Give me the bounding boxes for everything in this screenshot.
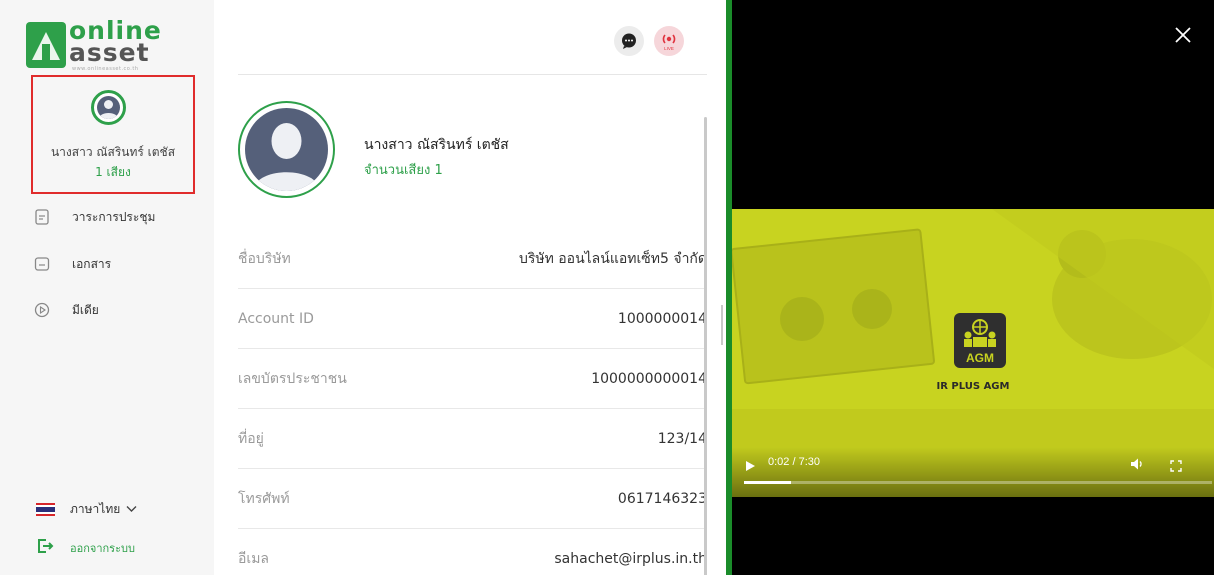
language-selector[interactable]: ภาษาไทย: [36, 500, 137, 519]
field-value: 123/14: [657, 430, 707, 447]
close-button[interactable]: [1172, 24, 1194, 46]
fullscreen-icon: [1170, 460, 1182, 472]
field-label: Account ID: [238, 310, 314, 327]
video-caption: IR PLUS AGM: [936, 381, 1010, 392]
sidebar-item-media[interactable]: มีเดีย: [34, 298, 99, 322]
close-icon: [1175, 27, 1191, 43]
field-value: 1000000014: [617, 310, 707, 327]
folder-icon: [34, 256, 50, 272]
thai-flag-icon: [36, 503, 55, 517]
fullscreen-button[interactable]: [1170, 457, 1182, 472]
document-icon: [34, 209, 50, 225]
video-player[interactable]: AGM IR PLUS AGM 0:02 / 7:30: [732, 209, 1214, 497]
online-asset-logo[interactable]: online asset www.onlineasset.co.th: [26, 18, 161, 72]
profile-name: นางสาว ณัสรินทร์ เตชัส: [364, 137, 509, 153]
sidebar-profile-card[interactable]: นางสาว ณัสรินทร์ เตชัส 1 เสียง: [31, 75, 195, 194]
sidebar-item-label: เอกสาร: [72, 256, 112, 271]
sidebar-profile-name: นางสาว ณัสรินทร์ เตชัส: [50, 145, 176, 159]
sidebar-profile-votes: 1 เสียง: [95, 165, 131, 179]
video-panel: AGM IR PLUS AGM 0:02 / 7:30: [732, 0, 1214, 575]
sidebar: online asset www.onlineasset.co.th นางสา…: [0, 0, 214, 575]
user-silhouette-icon: [99, 100, 118, 119]
field-label: โทรศัพท์: [238, 490, 290, 507]
play-icon: [746, 461, 755, 471]
field-value: บริษัท ออนไลน์แอทเซ็ท5 จำกัด: [518, 250, 707, 267]
field-id-card: เลขบัตรประชาชน 1000000000014: [238, 349, 707, 409]
live-button[interactable]: LIVE: [654, 26, 684, 56]
sidebar-item-agenda[interactable]: วาระการประชุม: [34, 205, 155, 229]
video-controls: 0:02 / 7:30: [732, 447, 1214, 497]
header-divider: [238, 74, 707, 75]
field-label: ที่อยู่: [238, 430, 264, 447]
profile-votes: จำนวนเสียง 1: [364, 163, 443, 178]
chat-button[interactable]: [614, 26, 644, 56]
logout-button[interactable]: ออกจากระบบ: [36, 537, 135, 559]
video-progress-fill: [744, 481, 791, 484]
video-progress-bar[interactable]: [744, 481, 1212, 484]
agm-logo-icon: AGM: [954, 313, 1006, 368]
sidebar-item-label: มีเดีย: [72, 302, 99, 317]
live-label: LIVE: [664, 46, 674, 51]
chevron-down-icon: [126, 503, 137, 516]
field-email: อีเมล sahachet@irplus.in.th: [238, 529, 707, 575]
field-account-id: Account ID 1000000014: [238, 289, 707, 349]
user-silhouette-icon: [253, 123, 320, 191]
logo-tagline: www.onlineasset.co.th: [72, 66, 139, 72]
video-time: 0:02 / 7:30: [768, 456, 820, 468]
field-value: sahachet@irplus.in.th: [554, 551, 707, 567]
play-circle-icon: [34, 302, 50, 318]
sidebar-item-label: วาระการประชุม: [72, 209, 156, 224]
avatar: [91, 90, 126, 125]
field-phone: โทรศัพท์ 0617146323: [238, 469, 707, 529]
field-address: ที่อยู่ 123/14: [238, 409, 707, 469]
field-label: เลขบัตรประชาชน: [238, 370, 347, 387]
logo-text: online asset: [69, 16, 162, 67]
logout-icon: [36, 537, 54, 559]
chat-icon: [622, 33, 636, 49]
volume-icon: [1131, 458, 1142, 470]
field-value: 1000000000014: [591, 370, 707, 387]
volume-button[interactable]: [1130, 456, 1144, 470]
profile-panel: LIVE นางสาว ณัสรินทร์ เตชัส จำนวนเสียง 1…: [214, 0, 726, 575]
field-label: ชื่อบริษัท: [238, 250, 291, 267]
panel-resize-handle[interactable]: [721, 305, 723, 345]
logo-mark-icon: [26, 22, 66, 68]
language-label: ภาษาไทย: [70, 502, 121, 516]
agm-logo-text: AGM: [966, 351, 994, 365]
play-button[interactable]: [744, 457, 756, 471]
profile-avatar: [238, 101, 335, 198]
header-actions: LIVE: [614, 26, 684, 56]
field-label: อีเมล: [238, 551, 270, 567]
sidebar-item-documents[interactable]: เอกสาร: [34, 252, 111, 276]
field-company: ชื่อบริษัท บริษัท ออนไลน์แอทเซ็ท5 จำกัด: [238, 229, 707, 289]
field-value: 0617146323: [617, 490, 707, 507]
logout-label: ออกจากระบบ: [70, 542, 135, 555]
profile-scrollbar[interactable]: [704, 117, 707, 575]
live-broadcast-icon: LIVE: [662, 34, 676, 51]
